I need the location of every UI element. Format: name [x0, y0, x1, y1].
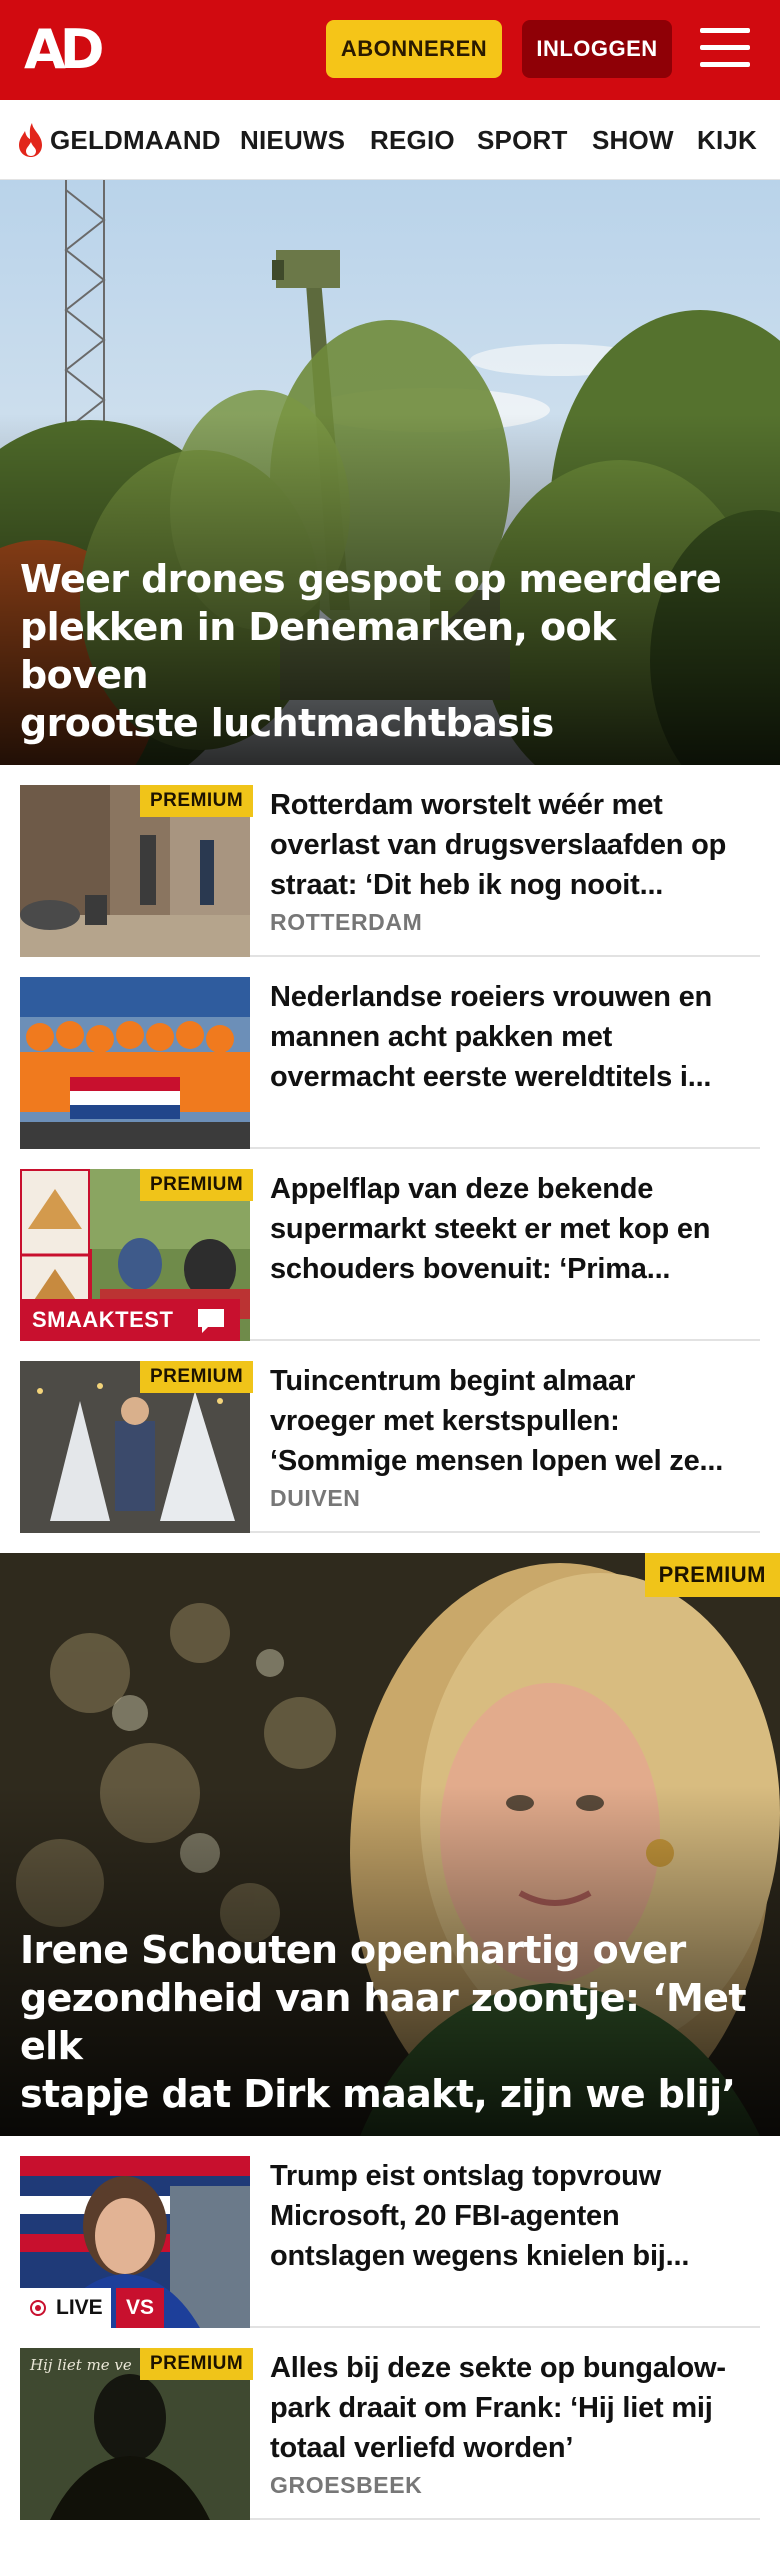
- premium-badge: PREMIUM: [140, 1361, 254, 1393]
- top-bar: AD ABONNEREN INLOGGEN: [0, 0, 780, 100]
- live-label: LIVE: [56, 2296, 103, 2319]
- hero-title: Weer drones gespot op meerdere plekken i…: [20, 555, 750, 747]
- premium-badge: PREMIUM: [140, 785, 254, 817]
- nav-item-kijk[interactable]: KIJK: [697, 100, 757, 179]
- article-location-tag: ROTTERDAM: [270, 909, 423, 935]
- article-text: Appelflap van deze bekende supermarkt st…: [270, 1169, 765, 1289]
- article-thumbnail: [20, 977, 250, 1149]
- article-row[interactable]: PREMIUM SMAAKTEST Appelflap van deze bek…: [20, 1149, 760, 1341]
- title-line: Appelflap van deze bekende: [270, 1173, 654, 1205]
- article-title: Tuincentrum begint almaar vroeger met ke…: [270, 1361, 765, 1481]
- hero-title-line: Weer drones gespot op meerdere: [20, 557, 722, 601]
- nav-item-geldmaand[interactable]: GELDMAAND: [50, 100, 221, 179]
- login-button[interactable]: INLOGGEN: [522, 20, 672, 78]
- nav-item-show[interactable]: SHOW: [592, 100, 674, 179]
- article-row[interactable]: PREMIUM Rotterdam worstelt wéér met over…: [20, 765, 760, 957]
- title-line: park draait om Frank: ‘Hij liet mij: [270, 2392, 713, 2424]
- article-text: Nederlandse roeiers vrouwen en mannen ac…: [270, 977, 765, 1097]
- title-line: Rotterdam worstelt wéér met: [270, 789, 663, 821]
- article-row[interactable]: Nederlandse roeiers vrouwen en mannen ac…: [20, 957, 760, 1149]
- article-location-tag: DUIVEN: [270, 1485, 361, 1511]
- hero-title-line: gezondheid van haar zoontje: ‘Met elk: [20, 1976, 747, 2068]
- title-line: Alles bij deze sekte op bungalow-: [270, 2352, 726, 2384]
- title-line: overlast van drugsverslaafden op: [270, 829, 727, 861]
- thumb-badges: LIVE VS: [20, 2156, 250, 2328]
- hero-title-line: Irene Schouten openhartig over: [20, 1928, 686, 1972]
- nav-item-regio[interactable]: REGIO: [370, 100, 455, 179]
- article-text: Trump eist ontslag topvrouw Microsoft, 2…: [270, 2156, 765, 2276]
- thumb-handwriting: Hij liet me ve: [29, 2356, 132, 2374]
- title-line: supermarkt steekt er met kop en: [270, 1213, 711, 1245]
- hero-title-line: grootste luchtmachtbasis: [20, 701, 554, 745]
- premium-badge: PREMIUM: [644, 1553, 780, 1597]
- hamburger-menu-icon[interactable]: [700, 26, 752, 70]
- article-location-tag: GROESBEEK: [270, 2472, 423, 2498]
- article-title: Trump eist ontslag topvrouw Microsoft, 2…: [270, 2156, 765, 2276]
- nav-item-nieuws[interactable]: NIEUWS: [240, 100, 345, 179]
- title-line: vroeger met kerstspullen:: [270, 1405, 620, 1437]
- live-badge: LIVE: [20, 2288, 111, 2328]
- title-line: overmacht eerste wereldtitels i...: [270, 1061, 712, 1093]
- article-row[interactable]: PREMIUM Tuincentrum begint almaar vroege…: [20, 1341, 760, 1533]
- nav-item-sport[interactable]: SPORT: [477, 100, 568, 179]
- section-nav: GELDMAAND NIEUWS REGIO SPORT SHOW KIJK: [0, 100, 780, 180]
- hero-article-drones[interactable]: Weer drones gespot op meerdere plekken i…: [0, 180, 780, 765]
- title-line: Microsoft, 20 FBI-agenten: [270, 2200, 620, 2232]
- comment-icon: [180, 1299, 240, 1341]
- article-text: Rotterdam worstelt wéér met overlast van…: [270, 785, 765, 937]
- article-title: Nederlandse roeiers vrouwen en mannen ac…: [270, 977, 765, 1097]
- smaaktest-badge: SMAAKTEST: [20, 1299, 186, 1341]
- thumb-badges: SMAAKTEST: [20, 1169, 250, 1341]
- subscribe-button[interactable]: ABONNEREN: [326, 20, 502, 78]
- title-line: Tuincentrum begint almaar: [270, 1365, 636, 1397]
- hero-article-schouten[interactable]: PREMIUM Irene Schouten openhartig over g…: [0, 1553, 780, 2136]
- hero-title-line: plekken in Denemarken, ook boven: [20, 605, 616, 697]
- article-text: Tuincentrum begint almaar vroeger met ke…: [270, 1361, 765, 1513]
- title-line: straat: ‘Dit heb ik nog nooit...: [270, 869, 664, 901]
- article-title: Rotterdam worstelt wéér met overlast van…: [270, 785, 765, 905]
- title-line: ‘Sommige mensen lopen wel ze...: [270, 1445, 724, 1477]
- flame-icon: [19, 123, 42, 157]
- title-line: Nederlandse roeiers vrouwen en: [270, 981, 713, 1013]
- article-title: Alles bij deze sekte op bungalow- park d…: [270, 2348, 765, 2468]
- article-row[interactable]: LIVE VS Trump eist ontslag topvrouw Micr…: [20, 2136, 760, 2328]
- live-dot-icon: [30, 2300, 46, 2316]
- title-line: totaal verliefd worden’: [270, 2432, 574, 2464]
- title-line: schouders bovenuit: ‘Prima...: [270, 1253, 671, 1285]
- ad-logo[interactable]: AD: [24, 22, 105, 78]
- premium-badge: PREMIUM: [140, 2348, 254, 2380]
- article-title: Appelflap van deze bekende supermarkt st…: [270, 1169, 765, 1289]
- vs-badge: VS: [116, 2288, 165, 2328]
- hero-title-line: stapje dat Dirk maakt, zijn we blij’: [20, 2072, 736, 2116]
- title-line: Trump eist ontslag topvrouw: [270, 2160, 661, 2192]
- hero-title: Irene Schouten openhartig over gezondhei…: [20, 1926, 750, 2118]
- title-line: ontslagen wegens knielen bij...: [270, 2240, 690, 2272]
- title-line: mannen acht pakken met: [270, 1021, 613, 1053]
- article-row[interactable]: Hij liet me ve PREMIUM Alles bij deze se…: [20, 2328, 760, 2520]
- article-text: Alles bij deze sekte op bungalow- park d…: [270, 2348, 765, 2500]
